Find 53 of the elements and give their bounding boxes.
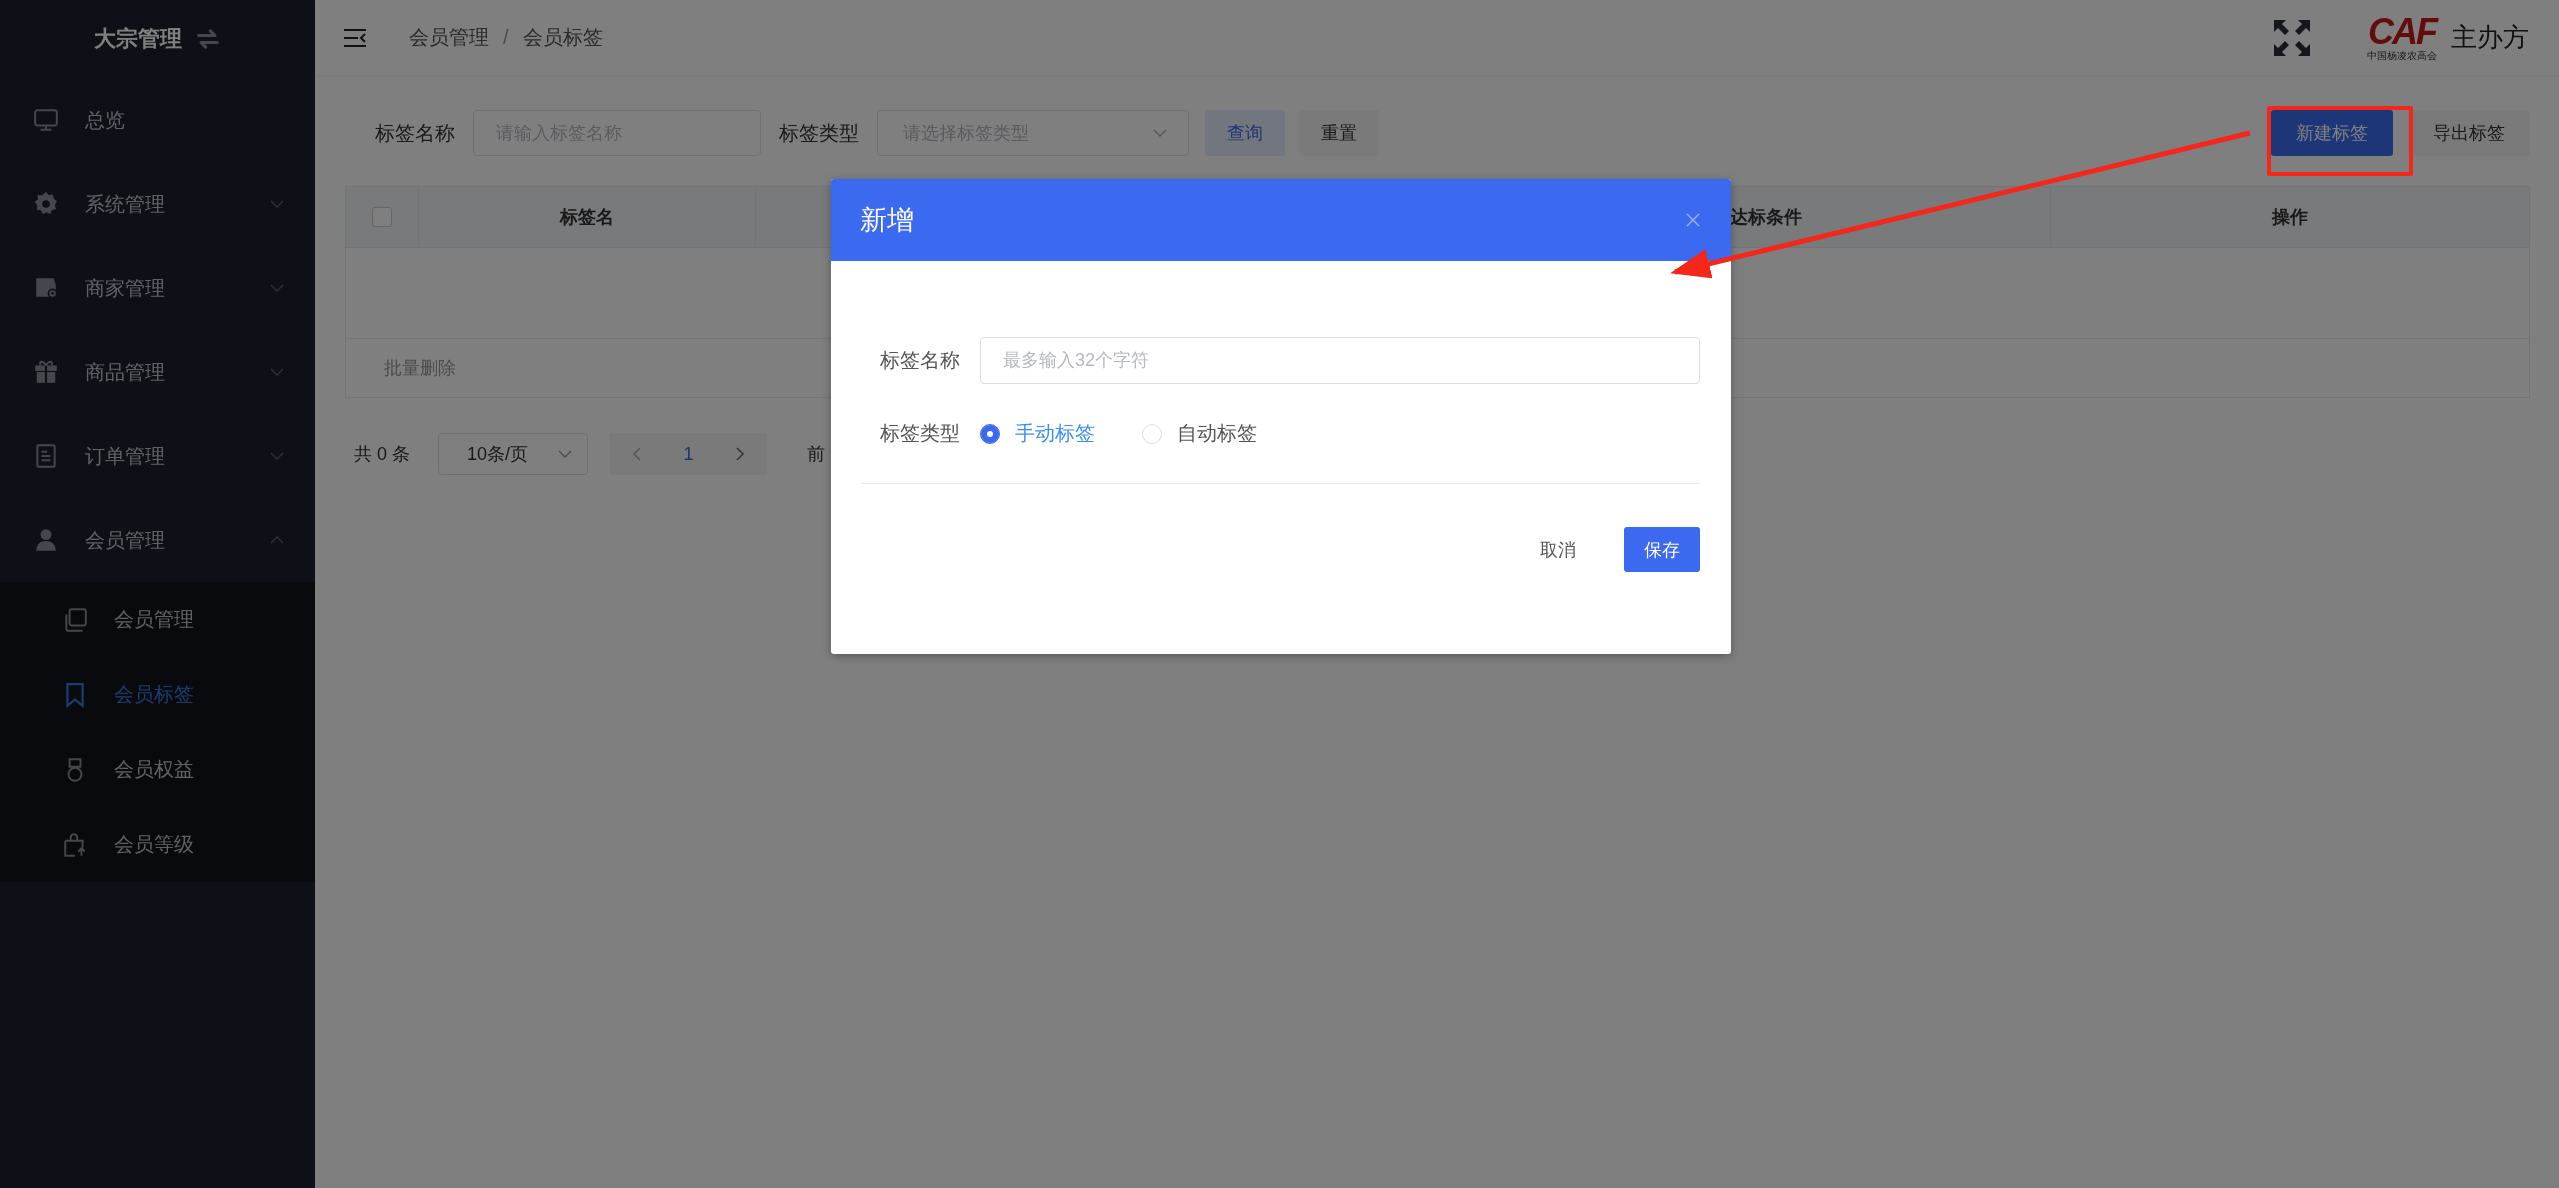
action-button[interactable]: 新建标签 <box>2271 110 2393 156</box>
filter-label: 标签类型 <box>779 120 859 146</box>
radio-option[interactable]: 自动标签 <box>1142 420 1257 447</box>
goto-label: 前 <box>807 443 825 466</box>
dialog-button[interactable]: 取消 <box>1520 527 1596 572</box>
menu-item[interactable]: 会员管理 <box>0 498 315 582</box>
copy-icon <box>62 606 88 633</box>
radio-option[interactable]: 手动标签 <box>980 420 1095 447</box>
filter-button[interactable]: 查询 <box>1205 110 1285 156</box>
gear-icon <box>33 191 59 217</box>
fullscreen-icon[interactable] <box>2272 17 2312 58</box>
submenu-item[interactable]: 会员权益 <box>0 732 315 807</box>
bag-upload-icon <box>62 831 88 858</box>
dialog-title: 新增 <box>860 204 914 237</box>
monitor-icon <box>33 107 59 133</box>
submenu-item[interactable]: 会员等级 <box>0 807 315 882</box>
checkbox[interactable] <box>372 207 392 227</box>
menu-item[interactable]: 商品管理 <box>0 330 315 414</box>
column-header: 操作 <box>2272 206 2308 229</box>
column-header: 达标条件 <box>1729 206 1802 229</box>
form-label: 标签名称 <box>880 348 961 373</box>
filter-label: 标签名称 <box>375 120 455 146</box>
filter-button[interactable]: 重置 <box>1299 110 1379 156</box>
breadcrumb-item[interactable]: 会员管理 <box>409 24 489 51</box>
logo: CAF 中国杨凌农高会 <box>2367 13 2437 62</box>
submenu-item[interactable]: 会员管理 <box>0 582 315 657</box>
gift-icon <box>33 359 59 385</box>
submenu-item[interactable]: 会员标签 <box>0 657 315 732</box>
user-icon <box>33 527 59 553</box>
dialog-button[interactable]: 保存 <box>1624 527 1700 572</box>
page-size-select[interactable]: 10条/页 <box>438 433 588 475</box>
form-label: 标签类型 <box>880 421 961 446</box>
menu-item[interactable]: 系统管理 <box>0 162 315 246</box>
page-number[interactable]: 1 <box>683 443 694 465</box>
total-count: 共 0 条 <box>354 443 410 466</box>
radio-button[interactable] <box>980 423 1000 444</box>
document-icon <box>33 443 59 469</box>
column-header: 标签名 <box>560 206 614 229</box>
chevron-down-icon <box>557 449 573 459</box>
input-field[interactable]: 最多输入32个字符 <box>980 337 1700 384</box>
menu-item[interactable]: 商家管理 <box>0 246 315 330</box>
app-title: 大宗管理 <box>93 25 182 53</box>
chevron-down-icon <box>1152 128 1168 138</box>
previous-page-icon[interactable] <box>632 446 642 462</box>
menu-fold-icon[interactable] <box>343 27 367 48</box>
breadcrumb-separator: / <box>503 26 509 49</box>
menu-item[interactable]: 总览 <box>0 78 315 162</box>
action-button[interactable]: 导出标签 <box>2408 110 2530 156</box>
close-icon[interactable] <box>1685 212 1701 228</box>
breadcrumb-item[interactable]: 会员标签 <box>522 24 603 51</box>
menu-item[interactable]: 订单管理 <box>0 414 315 498</box>
organizer-label: 主办方 <box>2451 21 2529 54</box>
next-page-icon[interactable] <box>735 446 745 462</box>
